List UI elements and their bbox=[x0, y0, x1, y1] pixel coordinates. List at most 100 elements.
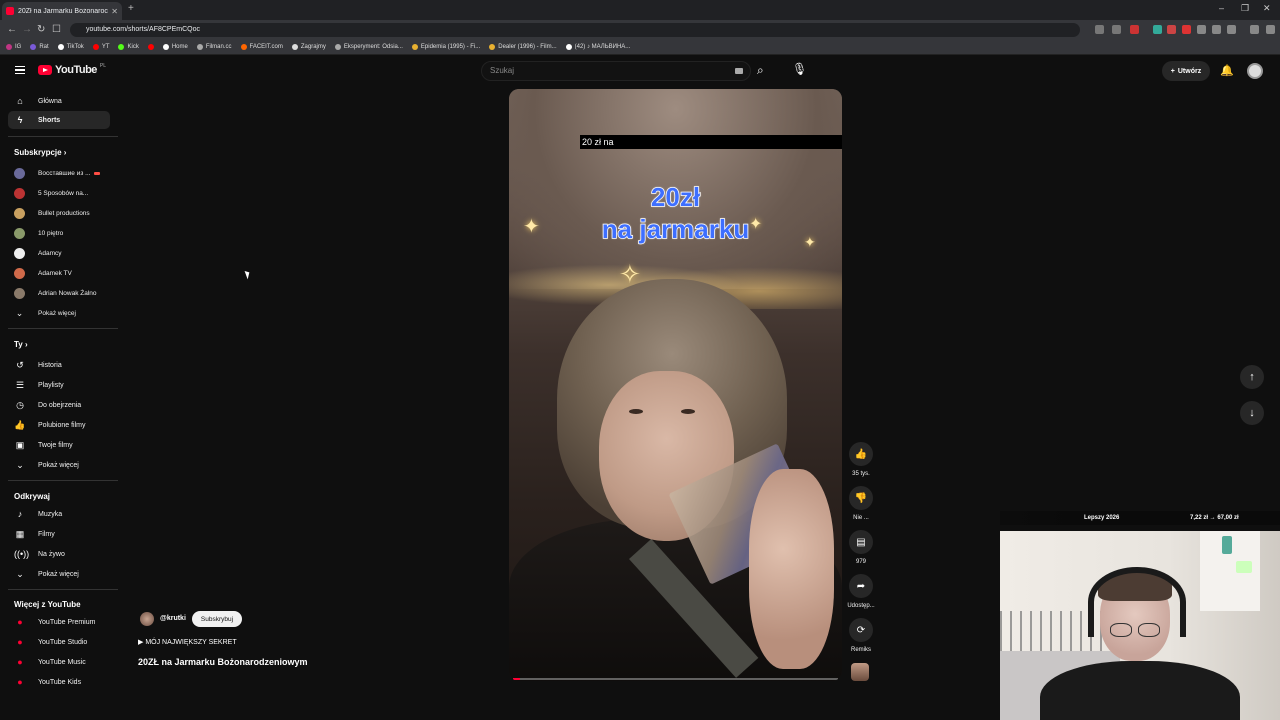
keyboard-icon[interactable] bbox=[735, 68, 743, 74]
bookmark-item[interactable]: Eksperyment: Odsia... bbox=[334, 44, 403, 50]
create-button[interactable]: + Utwórz bbox=[1162, 61, 1210, 81]
sidebar-item-youtube-music[interactable]: ● YouTube Music bbox=[8, 653, 110, 671]
cast-icon[interactable] bbox=[1095, 25, 1104, 34]
sidebar-subscription[interactable]: Adrian Nowak Żalno bbox=[14, 286, 114, 300]
remix-button[interactable]: ⟳ Remiks bbox=[846, 618, 876, 653]
sidebar-subscription[interactable]: Adamcy bbox=[14, 246, 114, 260]
sidebar-item-playlists[interactable]: ☰ Playlisty bbox=[8, 376, 110, 394]
bookmark-item[interactable]: Dealer (1996) - Film... bbox=[489, 44, 557, 50]
subscribe-button[interactable]: Subskrybuj bbox=[192, 611, 242, 627]
video-progress-bar[interactable] bbox=[513, 678, 838, 680]
bookmark-item[interactable]: TikTok bbox=[57, 44, 84, 50]
sidebar-item-home[interactable]: ⌂ Główna bbox=[8, 92, 110, 110]
youtube-play-icon bbox=[38, 65, 52, 75]
url-input[interactable]: youtube.com/shorts/AF8CPEmCQoc bbox=[70, 23, 1080, 37]
media-icon[interactable] bbox=[1250, 25, 1259, 34]
close-tab-icon[interactable]: ✕ bbox=[111, 7, 118, 16]
sidebar-item-music[interactable]: ♪ Muzyka bbox=[8, 505, 110, 523]
share-page-icon[interactable] bbox=[1112, 25, 1121, 34]
sidebar-item-films[interactable]: ▦ Filmy bbox=[8, 525, 110, 543]
you-header[interactable]: Ty › bbox=[14, 340, 28, 349]
bookmark-item[interactable]: Kick bbox=[118, 44, 139, 50]
link-icon[interactable] bbox=[1227, 25, 1236, 34]
sidebar-show-more[interactable]: ⌄ Pokaż więcej bbox=[14, 306, 114, 320]
bookmark-item[interactable]: YT bbox=[92, 44, 109, 50]
menu-icon[interactable] bbox=[1266, 25, 1275, 34]
reload-icon[interactable]: ↻ bbox=[37, 24, 45, 35]
extension-icon[interactable] bbox=[1153, 25, 1162, 34]
sidebar-show-more[interactable]: ⌄ Pokaż więcej bbox=[8, 565, 110, 583]
sidebar-item-liked[interactable]: 👍 Polubione filmy bbox=[8, 416, 110, 434]
sidebar-subscription[interactable]: 5 Sposobów na... bbox=[14, 186, 114, 200]
previous-short-button[interactable]: ↑ bbox=[1240, 365, 1264, 389]
extension-icon[interactable] bbox=[1130, 25, 1139, 34]
back-icon[interactable]: ← bbox=[7, 24, 17, 35]
close-window-icon[interactable]: ✕ bbox=[1263, 3, 1271, 14]
bookmark-item[interactable]: FACEIT.com bbox=[240, 44, 283, 50]
sidebar-item-watch-later[interactable]: ◷ Do obejrzenia bbox=[8, 396, 110, 414]
sidebar-item-history[interactable]: ↺ Historia bbox=[8, 356, 110, 374]
channel-name[interactable]: @krutki bbox=[160, 615, 186, 622]
microphone-icon[interactable]: 🎙 bbox=[792, 62, 807, 76]
channel-avatar bbox=[14, 267, 25, 279]
music-link[interactable]: ▶ MÓJ NAJWIĘKSZY SEKRET bbox=[138, 638, 237, 646]
bookmarks-bar: IG Rat TikTok YT Kick Home Filman.cc FAC… bbox=[0, 40, 1280, 55]
bookmark-item[interactable]: IG bbox=[6, 44, 21, 50]
comments-button[interactable]: ▤ 979 bbox=[846, 530, 876, 565]
dislike-button[interactable]: 👎 Nie ... bbox=[846, 486, 876, 521]
new-tab-icon[interactable]: + bbox=[128, 3, 134, 14]
sidebar-item-your-videos[interactable]: ▣ Twoje filmy bbox=[8, 436, 110, 454]
sidebar-item-shorts[interactable]: ϟ Shorts bbox=[8, 111, 110, 129]
sidebar-item-youtube-studio[interactable]: ● YouTube Studio bbox=[8, 633, 110, 651]
bookmark-item[interactable]: Filman.cc bbox=[196, 44, 232, 50]
sidebar-subscription[interactable]: Восставшие из ... bbox=[14, 166, 114, 180]
sidebar-item-live[interactable]: ((•)) Na żywo bbox=[8, 545, 110, 563]
video-title: 20ZŁ na Jarmarku Bożonarodzeniowym bbox=[138, 657, 308, 667]
bookmark-item[interactable] bbox=[147, 44, 154, 50]
extension-icon[interactable] bbox=[1167, 25, 1176, 34]
forward-icon[interactable]: → bbox=[22, 24, 32, 35]
bookmark-item[interactable]: Rat bbox=[30, 44, 49, 50]
sidebar-show-more[interactable]: ⌄ Pokaż więcej bbox=[8, 456, 110, 474]
sidebar-divider bbox=[8, 136, 118, 137]
bookmark-item[interactable]: Zagrajmy bbox=[291, 44, 326, 50]
sidebar-item-youtube-premium[interactable]: ● YouTube Premium bbox=[8, 613, 110, 631]
share-button[interactable]: ➦ Udostęp... bbox=[846, 574, 876, 609]
sound-avatar[interactable] bbox=[851, 663, 869, 681]
bookmark-item[interactable]: Epidemia (1995) - Fi... bbox=[411, 44, 480, 50]
browser-tab[interactable]: 20Zł na Jarmarku Bożonaroc ✕ bbox=[2, 2, 122, 20]
restore-icon[interactable]: ❐ bbox=[1241, 3, 1249, 14]
account-avatar[interactable] bbox=[1247, 63, 1263, 79]
download-icon[interactable] bbox=[1212, 25, 1221, 34]
short-video-player[interactable]: ✦ ✦ ✦ ✧ 20 zł na 20zł na jarmarku bbox=[509, 89, 842, 681]
playlist-icon: ☰ bbox=[15, 379, 25, 390]
like-button[interactable]: 👍 35 tys. bbox=[846, 442, 876, 477]
extension-icon[interactable] bbox=[1182, 25, 1191, 34]
bookmark-item[interactable]: Home bbox=[162, 44, 188, 50]
film-icon: ▦ bbox=[15, 528, 25, 539]
music-icon: ♪ bbox=[17, 509, 23, 519]
sidebar-subscription[interactable]: Bullet productions bbox=[14, 206, 114, 220]
youtube-logo[interactable]: YouTube PL bbox=[38, 63, 106, 76]
sidebar-subscription[interactable]: Adamek TV bbox=[14, 266, 114, 280]
youtube-music-icon: ● bbox=[17, 657, 23, 667]
search-input[interactable]: Szukaj bbox=[481, 61, 751, 81]
share-icon: ➦ bbox=[849, 574, 873, 598]
channel-avatar[interactable] bbox=[140, 612, 154, 626]
remix-icon: ⟳ bbox=[849, 618, 873, 642]
thumbs-up-icon: 👍 bbox=[849, 442, 873, 466]
bookmark-item[interactable]: (42) ♪ МАЛЬВИНА... bbox=[565, 44, 630, 50]
search-icon[interactable]: ⌕ bbox=[757, 63, 764, 78]
channel-avatar bbox=[14, 247, 25, 259]
menu-hamburger-icon[interactable] bbox=[15, 66, 25, 74]
notifications-bell-icon[interactable]: 🔔 bbox=[1220, 64, 1234, 77]
extensions-puzzle-icon[interactable] bbox=[1197, 25, 1206, 34]
sidebar-item-youtube-kids[interactable]: ● YouTube Kids bbox=[8, 673, 110, 691]
minimize-icon[interactable]: – bbox=[1219, 3, 1224, 13]
subscriptions-header[interactable]: Subskrypcje › bbox=[14, 148, 66, 157]
sidebar-subscription[interactable]: 10 piętro bbox=[14, 226, 114, 240]
bookmark-page-icon[interactable]: ☐ bbox=[52, 24, 61, 35]
next-short-button[interactable]: ↓ bbox=[1240, 401, 1264, 425]
comment-icon: ▤ bbox=[849, 530, 873, 554]
youtube-kids-icon: ● bbox=[17, 677, 23, 687]
